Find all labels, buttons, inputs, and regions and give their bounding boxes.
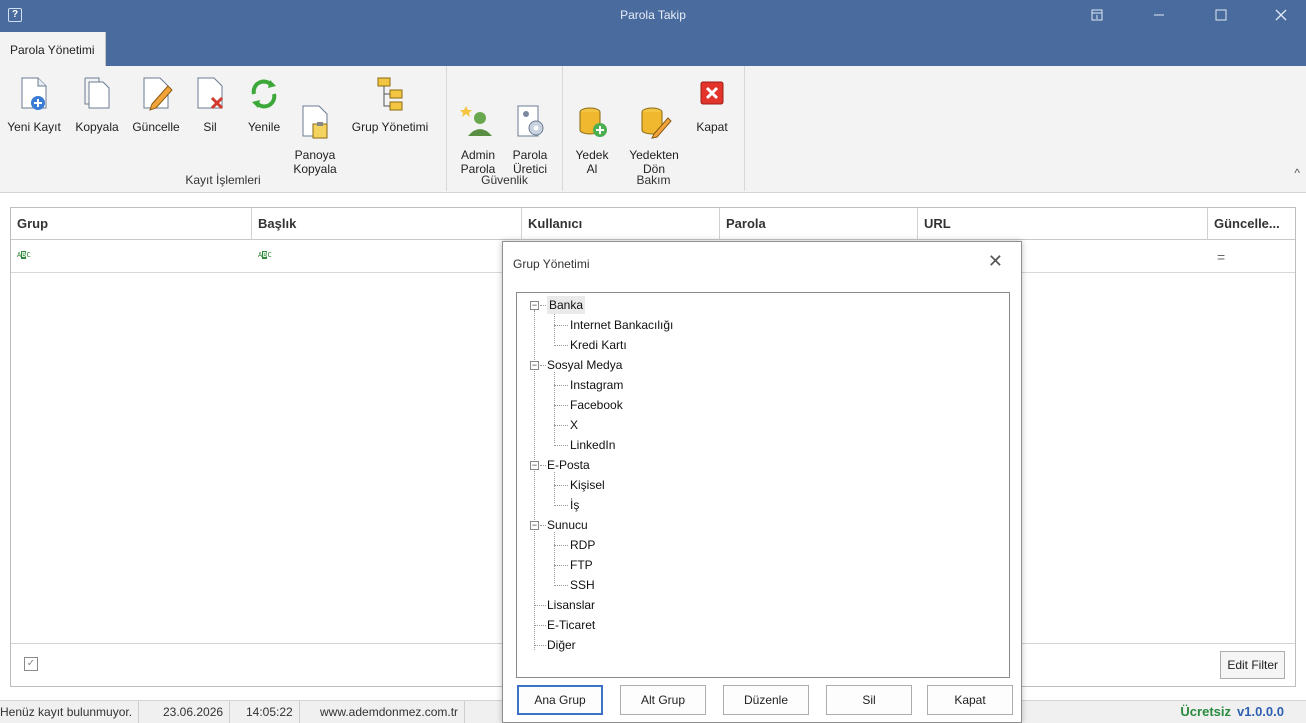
status-date: 23.06.2026 — [157, 701, 231, 723]
copy-icon — [79, 74, 115, 114]
ribbon-tab-strip: Parola Yönetimi — [0, 32, 1306, 66]
maximize-button[interactable] — [1198, 0, 1244, 32]
group-tree[interactable]: − Banka Internet Bankacılığı Kredi Kartı… — [516, 292, 1010, 678]
grid-header: Grup Başlık Kullanıcı Parola URL Güncell… — [11, 208, 1295, 240]
abc-filter-icon[interactable]: ABC — [17, 251, 31, 259]
tree-node-child[interactable]: X — [570, 416, 578, 434]
tree-node-child[interactable]: SSH — [570, 576, 595, 594]
column-baslik[interactable]: Başlık — [252, 208, 522, 240]
status-website[interactable]: www.ademdonmez.com.tr — [314, 701, 466, 723]
update-button[interactable]: Güncelle — [126, 74, 186, 134]
password-generator-button[interactable]: Parola Üretici — [505, 74, 555, 176]
add-sub-group-button[interactable]: Alt Grup — [620, 685, 706, 715]
tree-guide — [554, 472, 555, 503]
group-label-guvenlik: Güvenlik — [481, 173, 528, 187]
tree-guide — [554, 532, 555, 583]
refresh-icon — [246, 74, 282, 114]
column-guncelleme[interactable]: Güncelle... — [1208, 208, 1297, 240]
equals-filter-icon[interactable]: = — [1217, 249, 1225, 265]
status-message: Henüz kayıt bulunmuyor. — [0, 701, 140, 723]
edit-filter-button[interactable]: Edit Filter — [1220, 651, 1285, 679]
clipboard-icon — [297, 88, 333, 139]
tree-node-child[interactable]: Internet Bankacılığı — [570, 316, 673, 334]
tree-node-child[interactable]: İş — [570, 496, 579, 514]
title-bar: ? Parola Takip — [0, 0, 1306, 32]
column-parola[interactable]: Parola — [720, 208, 918, 240]
tree-node-child[interactable]: Facebook — [570, 396, 623, 414]
close-red-icon — [694, 74, 730, 114]
tree-node-child[interactable]: FTP — [570, 556, 593, 574]
admin-password-button[interactable]: Admin Parola — [453, 74, 503, 176]
close-app-button[interactable]: Kapat — [689, 74, 735, 134]
status-time: 14:05:22 — [240, 701, 300, 723]
tree-node-banka[interactable]: Banka — [547, 296, 586, 314]
backup-button[interactable]: Yedek Al — [569, 74, 615, 176]
generator-icon — [512, 88, 548, 137]
tree-node-sosyal-medya[interactable]: Sosyal Medya — [547, 356, 622, 374]
tree-icon — [372, 74, 408, 114]
edit-icon — [138, 74, 174, 114]
tree-node-lisanslar[interactable]: Lisanslar — [547, 596, 595, 614]
filter-checkbox[interactable]: ✓ — [24, 657, 38, 671]
expand-toggle-icon[interactable]: − — [530, 361, 539, 370]
close-window-button[interactable] — [1258, 0, 1304, 32]
new-record-button[interactable]: Yeni Kayıt — [2, 74, 66, 134]
delete-group-button[interactable]: Sil — [826, 685, 912, 715]
ribbon: Yeni Kayıt Kopyala Güncelle Sil Yenile P… — [0, 66, 1306, 193]
group-guvenlik: Admin Parola Parola Üretici Güvenlik — [447, 66, 563, 191]
copy-to-clipboard-button[interactable]: Panoya Kopyala — [290, 74, 340, 176]
add-main-group-button[interactable]: Ana Grup — [517, 685, 603, 715]
delete-icon — [192, 74, 228, 114]
group-label-bakim: Bakım — [636, 173, 671, 187]
minimize-button[interactable] — [1136, 0, 1182, 32]
expand-toggle-icon[interactable]: − — [530, 461, 539, 470]
tab-parola-yonetimi[interactable]: Parola Yönetimi — [0, 32, 106, 66]
abc-filter-icon[interactable]: ABC — [258, 251, 272, 259]
dialog-title: Grup Yönetimi — [513, 257, 590, 271]
tree-node-child[interactable]: Instagram — [570, 376, 623, 394]
restore-button[interactable]: Yedekten Dön — [623, 74, 685, 176]
group-bakim: Yedek Al Yedekten Dön Kapat Bakım — [563, 66, 745, 191]
group-management-button[interactable]: Grup Yönetimi — [342, 74, 438, 134]
column-kullanici[interactable]: Kullanıcı — [522, 208, 720, 240]
restore-icon — [636, 88, 672, 139]
group-label-kayit: Kayıt İşlemleri — [185, 173, 261, 187]
license-label: Ücretsiz — [1180, 704, 1231, 719]
tree-guide — [554, 312, 555, 343]
tree-guide — [554, 372, 555, 443]
delete-button[interactable]: Sil — [190, 74, 230, 134]
tree-node-child[interactable]: Kredi Kartı — [570, 336, 627, 354]
version-label: v1.0.0.0 — [1237, 704, 1284, 719]
tree-node-e-posta[interactable]: E-Posta — [547, 456, 590, 474]
tree-node-diger[interactable]: Diğer — [547, 636, 576, 654]
tree-node-child[interactable]: Kişisel — [570, 476, 605, 494]
expand-toggle-icon[interactable]: − — [530, 521, 539, 530]
ribbon-display-icon[interactable] — [1074, 0, 1120, 32]
column-grup[interactable]: Grup — [11, 208, 252, 240]
edit-group-button[interactable]: Düzenle — [723, 685, 809, 715]
new-record-icon — [16, 74, 52, 114]
group-kayit-islemleri: Yeni Kayıt Kopyala Güncelle Sil Yenile P… — [0, 66, 447, 191]
tree-node-child[interactable]: LinkedIn — [570, 436, 615, 454]
tree-node-child[interactable]: RDP — [570, 536, 595, 554]
license-info: Ücretsiz v1.0.0.0 — [1180, 704, 1284, 719]
copy-button[interactable]: Kopyala — [70, 74, 124, 134]
collapse-ribbon-icon[interactable]: ^ — [1294, 166, 1300, 180]
backup-icon — [574, 88, 610, 137]
expand-toggle-icon[interactable]: − — [530, 301, 539, 310]
tree-node-sunucu[interactable]: Sunucu — [547, 516, 588, 534]
dialog-close-icon[interactable]: ✕ — [988, 251, 1003, 272]
close-dialog-button[interactable]: Kapat — [927, 685, 1013, 715]
refresh-button[interactable]: Yenile — [238, 74, 290, 134]
admin-user-icon — [460, 88, 496, 136]
column-url[interactable]: URL — [918, 208, 1208, 240]
tree-node-e-ticaret[interactable]: E-Ticaret — [547, 616, 595, 634]
group-management-dialog: Grup Yönetimi ✕ − Banka Internet Bankacı… — [502, 241, 1022, 723]
